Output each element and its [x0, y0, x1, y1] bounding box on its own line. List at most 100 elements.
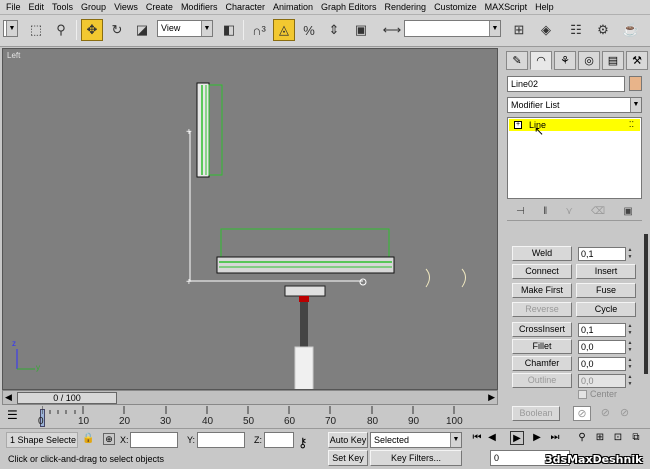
stack-item-line[interactable]: + Line ⁚⁚ — [509, 119, 640, 131]
play-icon[interactable]: ▶ — [510, 431, 524, 445]
connect-button[interactable]: Connect — [512, 264, 572, 279]
command-panel-scrollbar[interactable] — [644, 234, 648, 374]
pivot-center-icon[interactable]: ◧ — [218, 19, 240, 41]
modify-tab-icon[interactable]: ◠ — [530, 51, 552, 70]
select-move-icon[interactable]: ✥ — [81, 19, 103, 41]
auto-key-button[interactable]: Auto Key — [328, 432, 368, 448]
reference-coord-dropdown[interactable]: View ▼ — [157, 20, 213, 37]
time-slider-bar[interactable]: ◀ 0 / 100 ▶ — [2, 390, 498, 405]
spinner-arrows-icon[interactable]: ▲ ▼ — [626, 357, 634, 371]
curve-editor-icon[interactable]: ☷ — [565, 19, 587, 41]
modifier-stack[interactable]: + Line ⁚⁚ ↖ — [507, 117, 642, 199]
time-slider[interactable]: 0 / 100 — [17, 392, 117, 404]
menu-rendering[interactable]: Rendering — [381, 0, 431, 15]
x-coordinate-field[interactable] — [130, 432, 178, 448]
menu-maxscript[interactable]: MAXScript — [481, 0, 532, 15]
crossinsert-button[interactable]: CrossInsert — [512, 322, 572, 337]
spinner-arrows-icon[interactable]: ▲ ▼ — [626, 247, 634, 261]
crossinsert-field[interactable]: 0,1 ▲ ▼ — [578, 323, 632, 337]
y-coordinate-field[interactable] — [197, 432, 245, 448]
expand-icon[interactable]: + — [514, 121, 522, 129]
zoom-icon[interactable]: ⚲ — [575, 431, 589, 445]
absolute-mode-icon[interactable]: ⊕ — [103, 433, 115, 445]
boolean-button[interactable]: Boolean — [512, 406, 560, 421]
zoom-extents-all-icon[interactable]: ⧉ — [629, 431, 643, 445]
outline-field[interactable]: 0,0 ▲ ▼ — [578, 374, 632, 388]
make-unique-icon[interactable]: ⋎ — [565, 206, 572, 217]
cycle-button[interactable]: Cycle — [576, 302, 636, 317]
menu-views[interactable]: Views — [110, 0, 142, 15]
zoom-all-icon[interactable]: ⊞ — [593, 431, 607, 445]
pin-stack-icon[interactable]: ⊣ — [516, 206, 525, 217]
menu-group[interactable]: Group — [77, 0, 110, 15]
fuse-button[interactable]: Fuse — [576, 283, 636, 298]
configure-sets-icon[interactable]: ▣ — [623, 206, 632, 217]
show-end-result-icon[interactable]: ‖ — [543, 206, 547, 217]
chamfer-button[interactable]: Chamfer — [512, 356, 572, 371]
slider-left-arrow-icon[interactable]: ◀ — [5, 392, 12, 403]
select-rotate-icon[interactable]: ↻ — [106, 19, 128, 41]
menu-edit[interactable]: Edit — [25, 0, 49, 15]
outline-button[interactable]: Outline — [512, 373, 572, 388]
center-checkbox[interactable] — [578, 390, 587, 399]
go-to-start-icon[interactable]: ⏮ — [470, 431, 484, 445]
zoom-extents-icon[interactable]: ⊡ — [611, 431, 625, 445]
reverse-button[interactable]: Reverse — [512, 302, 572, 317]
z-coordinate-field[interactable] — [264, 432, 294, 448]
menu-graph-editors[interactable]: Graph Editors — [317, 0, 381, 15]
menu-help[interactable]: Help — [531, 0, 558, 15]
menu-create[interactable]: Create — [142, 0, 177, 15]
create-tab-icon[interactable]: ✎ — [506, 51, 528, 70]
key-filters-button[interactable]: Key Filters... — [370, 450, 462, 466]
menu-file[interactable]: File — [2, 0, 25, 15]
key-icon[interactable]: ⚷ — [298, 435, 308, 451]
previous-frame-icon[interactable]: ◀ — [485, 431, 499, 445]
material-editor-icon[interactable]: ◈ — [535, 19, 557, 41]
make-first-button[interactable]: Make First — [512, 283, 572, 298]
spinner-snap-icon[interactable]: ⇕ — [323, 19, 345, 41]
object-color-swatch[interactable] — [629, 76, 642, 91]
align-icon[interactable]: ⊞ — [508, 19, 530, 41]
spinner-arrows-icon[interactable]: ▲ ▼ — [626, 340, 634, 354]
mini-curve-editor-icon[interactable]: ☰ — [7, 408, 18, 422]
selection-filter-dropdown[interactable]: ▼ — [3, 20, 18, 37]
viewport-left[interactable]: Left + + z y — [2, 48, 498, 390]
key-mode-dropdown[interactable]: Selected ▼ — [370, 432, 462, 448]
select-link-icon[interactable]: ⚲ — [50, 19, 72, 41]
select-scale-icon[interactable]: ◪ — [131, 19, 153, 41]
mirror-icon[interactable]: ⟷ — [381, 19, 403, 41]
object-name-field[interactable]: Line02 — [507, 76, 625, 92]
weld-button[interactable]: Weld — [512, 246, 572, 261]
modifier-list-dropdown[interactable]: Modifier List ▼ — [507, 97, 642, 113]
vertex-marker[interactable]: + — [186, 277, 192, 288]
next-frame-icon[interactable]: ▶ — [530, 431, 544, 445]
slider-right-arrow-icon[interactable]: ▶ — [488, 392, 495, 403]
menu-customize[interactable]: Customize — [430, 0, 481, 15]
spinner-arrows-icon[interactable]: ▲ ▼ — [626, 323, 634, 337]
chamfer-field[interactable]: 0,0 ▲ ▼ — [578, 357, 632, 371]
named-selection-dropdown[interactable]: ▼ — [404, 20, 501, 37]
menu-modifiers[interactable]: Modifiers — [177, 0, 222, 15]
percent-snap-icon[interactable]: % — [298, 19, 320, 41]
utilities-tab-icon[interactable]: ⚒ — [626, 51, 648, 70]
timeline[interactable]: ☰ 0 10 20 30 40 50 60 70 80 90 100 — [2, 406, 498, 428]
vertex-marker[interactable]: + — [186, 127, 192, 138]
insert-button[interactable]: Insert — [576, 264, 636, 279]
go-to-end-icon[interactable]: ⏭ — [548, 431, 562, 445]
fillet-field[interactable]: 0,0 ▲ ▼ — [578, 340, 632, 354]
render-scene-icon[interactable]: ⚙ — [592, 19, 614, 41]
menu-animation[interactable]: Animation — [269, 0, 317, 15]
display-tab-icon[interactable]: ▤ — [602, 51, 624, 70]
intersection-icon[interactable]: ⊘ — [620, 406, 629, 421]
fillet-button[interactable]: Fillet — [512, 339, 572, 354]
motion-tab-icon[interactable]: ◎ — [578, 51, 600, 70]
menu-character[interactable]: Character — [221, 0, 269, 15]
union-icon[interactable]: ⊘ — [572, 406, 591, 421]
select-object-icon[interactable]: ⬚ — [25, 19, 47, 41]
menu-tools[interactable]: Tools — [48, 0, 77, 15]
hierarchy-tab-icon[interactable]: ⚘ — [554, 51, 576, 70]
snaps-toggle-icon[interactable]: ∩³ — [248, 19, 270, 41]
remove-modifier-icon[interactable]: ⌫ — [591, 206, 605, 217]
weld-threshold-field[interactable]: 0,1 ▲ ▼ — [578, 247, 632, 261]
angle-snap-icon[interactable]: ◬ — [273, 19, 295, 41]
